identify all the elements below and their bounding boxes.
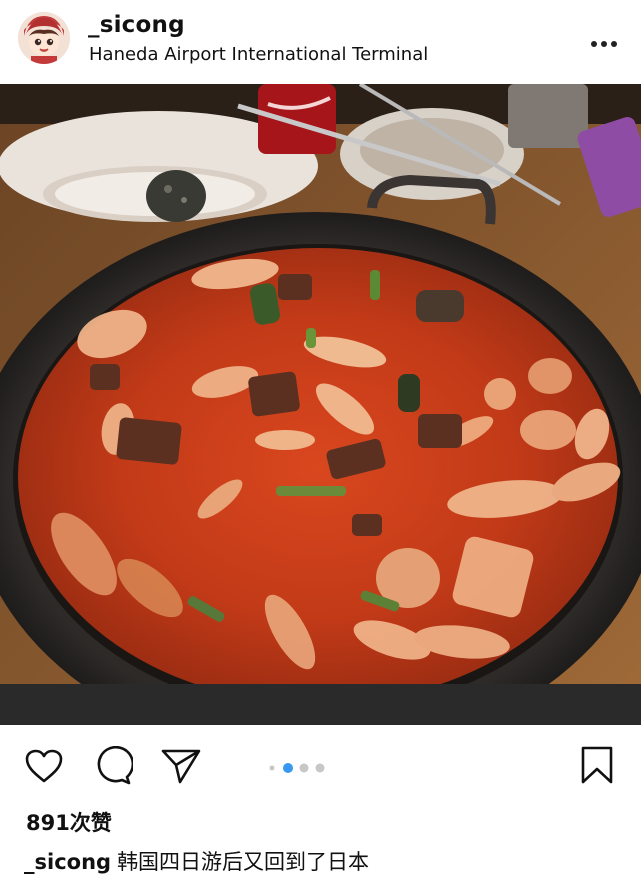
- caption-username[interactable]: _sicong: [24, 850, 111, 874]
- more-options-icon[interactable]: [590, 34, 618, 47]
- carousel-dot: [315, 763, 325, 773]
- caption-text: 韩国四日游后又回到了日本: [117, 850, 370, 874]
- carousel-indicator: [266, 760, 346, 774]
- carousel-dot: [299, 763, 309, 773]
- likes-count[interactable]: 891次赞: [26, 807, 112, 837]
- post-location[interactable]: Haneda Airport International Terminal: [89, 44, 428, 65]
- caption: _sicong 韩国四日游后又回到了日本: [24, 846, 369, 876]
- post-username[interactable]: _sicong: [88, 12, 185, 38]
- post-header: _sicong Haneda Airport International Ter…: [0, 0, 641, 84]
- carousel-dot: [269, 765, 275, 771]
- bookmark-icon[interactable]: [580, 745, 614, 789]
- avatar[interactable]: [18, 12, 70, 64]
- comment-icon[interactable]: [93, 745, 135, 790]
- carousel-dot-active: [283, 763, 293, 773]
- post-photo[interactable]: [0, 84, 641, 725]
- heart-icon[interactable]: [24, 748, 64, 788]
- avatar-illustration: [18, 12, 70, 64]
- share-icon[interactable]: [160, 748, 202, 788]
- food-photo-illustration: [0, 84, 641, 725]
